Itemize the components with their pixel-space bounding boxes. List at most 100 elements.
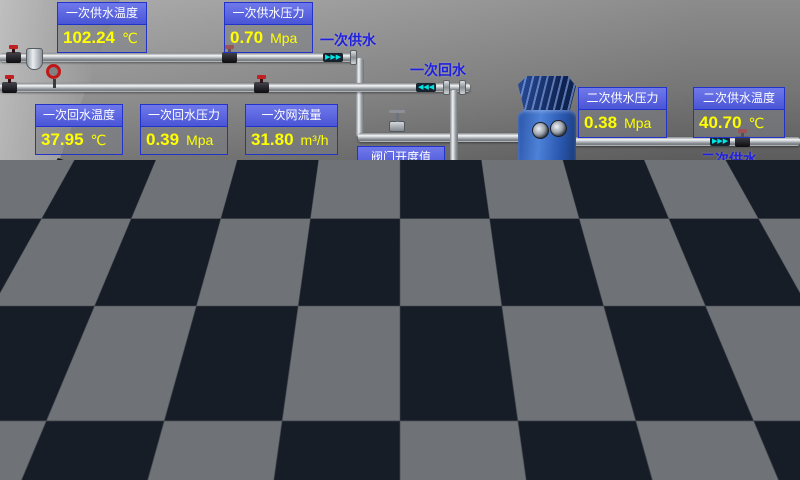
metric-unit: Mpa [186, 132, 213, 148]
circulation-pump-1[interactable] [410, 198, 462, 286]
metric-title: 二次回水压力 [579, 245, 666, 267]
metric-title: 二次回水温度 [694, 245, 784, 267]
pump-outlet [261, 424, 276, 434]
pump-inlet [221, 352, 234, 361]
pipe-makeup-riser [644, 333, 652, 387]
metric-title: 一次供水压力 [225, 3, 312, 25]
hx-port [550, 120, 567, 137]
metric-value: 0.39 [146, 130, 179, 150]
metric-value: 5.92 [363, 172, 396, 192]
pump-volute [226, 416, 262, 438]
metric-valve-opening: 阀门开度值 5.92% [357, 146, 445, 197]
pump-outlet [453, 252, 468, 262]
valve-hx-inlet[interactable] [497, 210, 511, 220]
pipe-primary-supply [0, 53, 356, 62]
metric-value: 0.38 [584, 113, 617, 133]
metric-unit: ℃ [122, 30, 138, 46]
metric-title: 一次网流量 [246, 105, 337, 127]
filter-pot [26, 48, 43, 70]
metric-primary-supply-temp: 一次供水温度 102.24 ℃ [57, 2, 147, 53]
metric-tank-level: 水箱液位高度 1.10 m³ [34, 299, 123, 350]
metric-secondary-supply-pressure: 二次供水压力 0.38Mpa [578, 87, 667, 138]
hmi-screen: ▶▶▶ ◀◀◀ ▶▶▶ ◀◀◀ ◀◀◀ ◀◀◀ ▶▶▶ [0, 0, 800, 480]
metric-title: 一次回水压力 [141, 105, 227, 127]
metric-unit: ℃ [749, 272, 765, 288]
metric-unit: Hz [335, 402, 352, 418]
hx-port [547, 195, 564, 212]
label-makeup: 补水 [581, 398, 609, 418]
metric-unit: ℃ [749, 115, 765, 131]
metric-secondary-supply-temp: 二次供水温度 40.70 ℃ [693, 87, 785, 138]
metric-unit: % [403, 174, 415, 190]
pump-volute [233, 345, 264, 364]
metric-title: 二次供水压力 [579, 88, 666, 110]
flow-arrow-left-icon: ◀◀◀ [490, 296, 510, 305]
tank-ladder [142, 334, 162, 426]
motorized-control-valve[interactable] [389, 121, 405, 132]
metric-title: 二次供水温度 [694, 88, 784, 110]
makeup-pump-2[interactable] [218, 370, 270, 458]
pipe-elbow [430, 392, 438, 426]
metric-value: 31.80 [251, 130, 294, 150]
metric-title: 补水泵频率 [280, 375, 366, 397]
metric-primary-supply-pressure: 一次供水压力 0.70 Mpa [224, 2, 313, 53]
metric-title: 阀门开度值 [358, 147, 444, 169]
hx-port [530, 194, 547, 211]
metric-value: 0.70 [230, 28, 263, 48]
metric-primary-return-temp: 一次回水温度 37.95℃ [35, 104, 123, 155]
pipe-flange [544, 327, 551, 342]
valve-primary-return-2[interactable] [254, 82, 269, 93]
metric-value: 102.24 [63, 28, 115, 48]
pump-inlet [404, 252, 419, 262]
metric-primary-flow: 一次网流量 31.80 m³/h [245, 104, 338, 155]
metric-value: 0.27 [584, 270, 617, 290]
flow-arrow-right-icon: ▶▶▶ [323, 53, 343, 62]
metric-unit: Mpa [624, 272, 651, 288]
handwheel-valve[interactable] [46, 64, 61, 79]
pump-motor [424, 200, 448, 230]
pipe-flange [459, 80, 466, 95]
metric-value: 40.70 [699, 113, 742, 133]
pump-outlet [521, 252, 536, 262]
label-secondary-supply: 二次供水 [701, 149, 757, 169]
valve-secondary-return[interactable] [770, 295, 785, 306]
pump-outlet [263, 352, 276, 361]
pump-volute [418, 244, 454, 266]
valve-primary-supply-2[interactable] [222, 52, 237, 63]
pipe-flange [350, 50, 357, 65]
metric-value: 36.63 [699, 270, 742, 290]
metric-unit: Mpa [270, 30, 297, 46]
pump-motor [232, 372, 256, 402]
valve-secondary-supply[interactable] [735, 136, 750, 147]
flow-arrow-left-icon: ◀◀◀ [720, 296, 740, 305]
metric-unit: m³ [80, 327, 96, 343]
flow-arrow-right-icon: ▶▶▶ [580, 387, 600, 396]
valve-primary-supply-1[interactable] [6, 52, 21, 63]
flow-arrow-right-icon: ▶▶▶ [710, 137, 730, 146]
hx-port [532, 122, 549, 139]
metric-title: 水箱液位高度 [35, 300, 122, 322]
tank-hatch [23, 363, 65, 405]
tank-hatch [83, 362, 125, 404]
pipe-primary-return [0, 83, 470, 92]
pipe-primary-supply-drop [356, 58, 364, 137]
metric-secondary-return-temp: 二次回水温度 36.63 ℃ [693, 244, 785, 295]
metric-primary-return-pressure: 一次回水压力 0.39 Mpa [140, 104, 228, 155]
metric-title: 一次回水温度 [36, 105, 122, 127]
label-secondary-return: 二次回水 [711, 307, 767, 327]
pump-status-indicator [245, 313, 252, 328]
pump-inlet [472, 252, 487, 262]
valve-primary-return-1[interactable] [2, 82, 17, 93]
metric-title: 一次供水温度 [58, 3, 146, 25]
metric-makeup-pump-freq: 补水泵频率 33.88 Hz [279, 374, 367, 425]
metric-value: 33.88 [285, 400, 328, 420]
pump-motor [238, 308, 258, 334]
pipe-makeup [330, 387, 652, 396]
pipe-flange [443, 80, 450, 95]
metric-value: 1.10 [40, 325, 73, 345]
metric-value: 37.95 [41, 130, 84, 150]
flow-arrow-left-icon: ◀◀◀ [416, 83, 436, 92]
metric-secondary-return-pressure: 二次回水压力 0.27 Mpa [578, 244, 667, 295]
valve-return-branch[interactable] [539, 311, 554, 322]
metric-unit: m³/h [301, 132, 329, 148]
